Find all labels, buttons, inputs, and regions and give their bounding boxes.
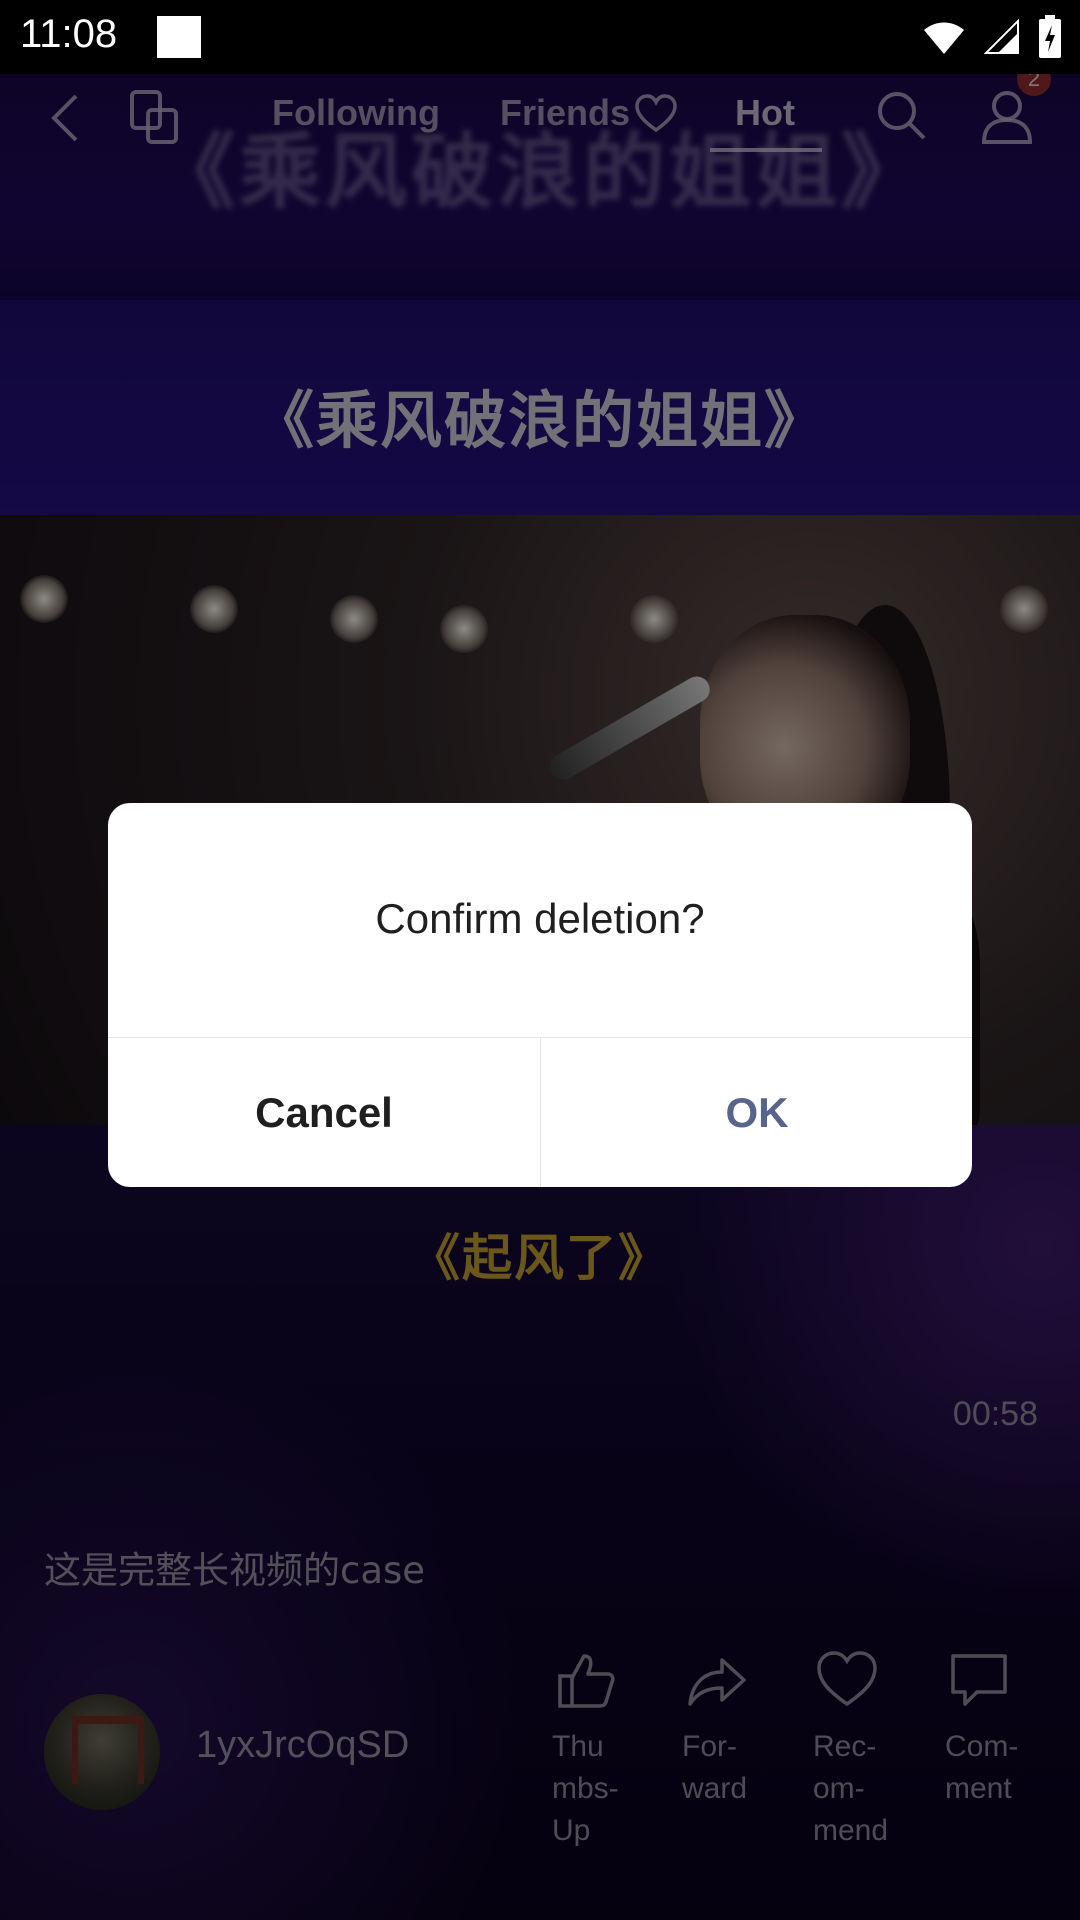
confirm-dialog: Confirm deletion? Cancel OK — [108, 803, 972, 1187]
signal-icon — [984, 19, 1020, 55]
wifi-icon — [922, 18, 966, 56]
dialog-message: Confirm deletion? — [375, 895, 705, 942]
ok-button[interactable]: OK — [541, 1038, 972, 1187]
status-time: 11:08 — [20, 12, 118, 56]
battery-icon — [1038, 15, 1062, 59]
screen: 《乘风破浪的姐姐》 《乘风破浪的姐姐》 《起风了》 Following Frie… — [0, 0, 1080, 1920]
status-icons — [922, 14, 1062, 60]
notification-square-icon — [157, 16, 201, 58]
status-bar: 11:08 — [0, 0, 1080, 74]
cancel-button[interactable]: Cancel — [108, 1038, 540, 1187]
